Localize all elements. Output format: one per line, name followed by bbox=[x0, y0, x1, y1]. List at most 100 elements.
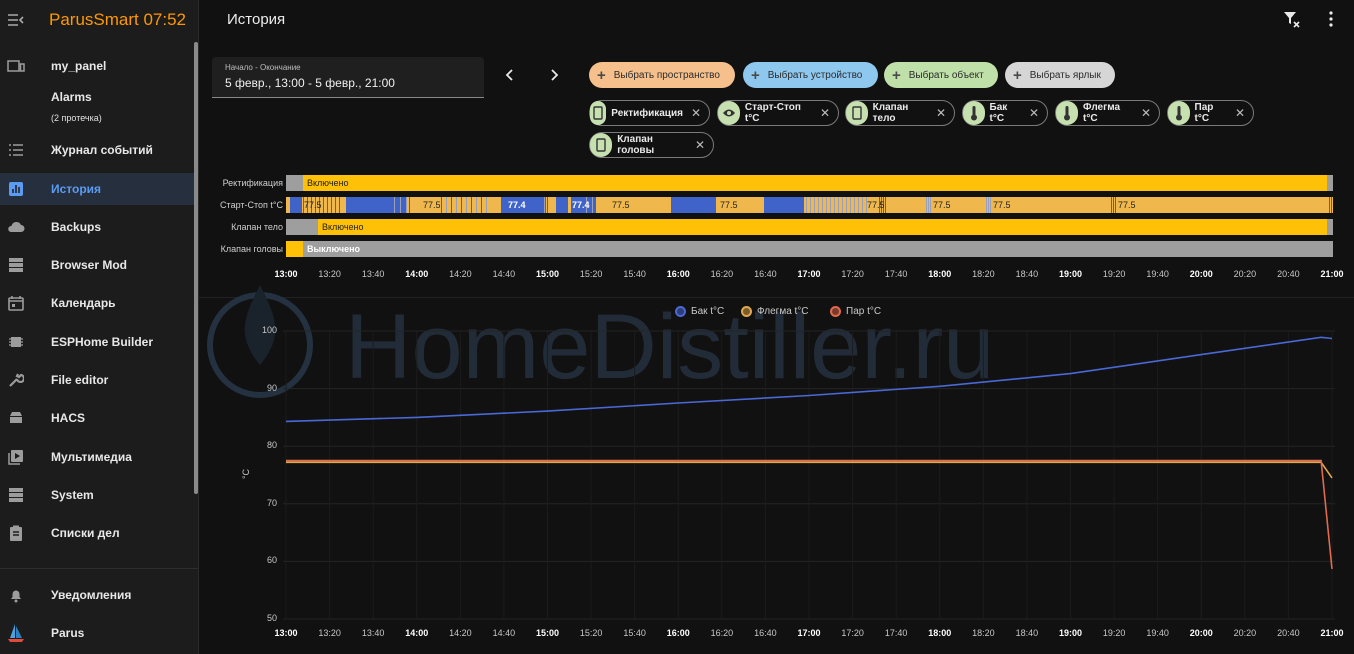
timeline-stripe bbox=[595, 197, 596, 213]
sidebar-item-logbook[interactable]: Журнал событий bbox=[0, 134, 196, 166]
x-tick-label: 18:20 bbox=[972, 628, 995, 638]
x-tick-label: 19:00 bbox=[1058, 269, 1083, 279]
timeline-segment-label: Включено bbox=[322, 222, 364, 232]
menu-icon[interactable] bbox=[0, 0, 32, 40]
entity-chip-vapor-temp[interactable]: Пар t°C ✕ bbox=[1167, 100, 1254, 126]
sidebar-item-user[interactable]: Parus bbox=[0, 617, 196, 649]
timeline-stripe bbox=[834, 197, 835, 213]
timeline-stripe bbox=[331, 197, 332, 213]
cloud-icon bbox=[7, 218, 25, 236]
legend-item-phlegm[interactable]: Флегма t°C bbox=[741, 306, 809, 317]
timeline-stripe bbox=[541, 197, 542, 213]
prev-period-icon[interactable] bbox=[502, 67, 518, 83]
entity-chip-body-valve[interactable]: Клапан тело ✕ bbox=[845, 100, 955, 126]
timeline-bar-head-valve[interactable]: Выключено bbox=[286, 241, 1333, 257]
close-icon[interactable]: ✕ bbox=[695, 138, 705, 152]
alarms-sub: (2 протечка) bbox=[51, 113, 102, 123]
plus-icon: + bbox=[751, 66, 760, 84]
x-tick-label: 13:20 bbox=[318, 269, 341, 279]
sidebar-item-browser-mod[interactable]: Browser Mod bbox=[0, 249, 196, 281]
x-tick-label: 13:00 bbox=[274, 628, 298, 638]
x-tick-label: 13:20 bbox=[318, 628, 341, 638]
close-icon[interactable]: ✕ bbox=[820, 106, 830, 120]
x-tick-label: 18:40 bbox=[1015, 269, 1039, 279]
entity-chip-phlegm-temp[interactable]: Флегма t°C ✕ bbox=[1055, 100, 1160, 126]
timeline-value-label: 77.4 bbox=[508, 200, 526, 210]
legend-label: Флегма t°C bbox=[757, 306, 809, 317]
timeline-stripe bbox=[291, 197, 292, 213]
x-tick-label: 13:00 bbox=[274, 269, 298, 279]
close-icon[interactable]: ✕ bbox=[1029, 106, 1039, 120]
entity-chip-head-valve[interactable]: Клапан головы ✕ bbox=[589, 132, 714, 158]
more-vert-icon[interactable] bbox=[1322, 10, 1340, 28]
sidebar-item-my-panel[interactable]: my_panel bbox=[0, 50, 196, 82]
x-tick-label: 18:00 bbox=[928, 628, 952, 638]
sidebar-item-label: Списки дел bbox=[51, 526, 120, 540]
sidebar-item-history[interactable]: История bbox=[0, 173, 196, 205]
sidebar-item-todo[interactable]: Списки дел bbox=[0, 517, 196, 549]
sidebar-item-label: HACS bbox=[51, 411, 86, 425]
timeline-stripes bbox=[290, 197, 1332, 213]
wrench-icon bbox=[7, 371, 25, 389]
close-icon[interactable]: ✕ bbox=[936, 106, 946, 120]
sidebar-item-calendar[interactable]: Календарь bbox=[0, 287, 196, 319]
x-tick-label: 13:40 bbox=[361, 628, 385, 638]
sidebar-item-hacs[interactable]: HACS bbox=[0, 402, 196, 434]
close-icon[interactable]: ✕ bbox=[1141, 106, 1151, 120]
timeline-stripe bbox=[335, 197, 336, 213]
sidebar-item-file-editor[interactable]: File editor bbox=[0, 364, 196, 396]
calendar-icon bbox=[7, 294, 25, 312]
close-icon[interactable]: ✕ bbox=[1235, 106, 1245, 120]
timeline-segment-label: Выключено bbox=[307, 244, 361, 254]
pick-device-button[interactable]: + Выбрать устройство bbox=[743, 62, 878, 88]
sidebar-item-notifications[interactable]: Уведомления bbox=[0, 579, 196, 611]
timeline-stripe bbox=[547, 197, 548, 213]
sidebar-item-alarms[interactable]: Alarms bbox=[0, 81, 196, 113]
timeline-stripe bbox=[842, 197, 843, 213]
timeline-stripe bbox=[928, 197, 929, 213]
close-icon[interactable]: ✕ bbox=[691, 106, 701, 120]
timeline-stripe bbox=[693, 197, 694, 213]
timeline-stripe bbox=[451, 197, 452, 213]
filter-clear-icon[interactable] bbox=[1283, 10, 1301, 28]
timeline-label-body-valve: Клапан тело bbox=[231, 222, 283, 232]
timeline-bar-start-stop[interactable]: 77.5 77.5 77.4 77.4 77.5 77.5 77.5 77.5 … bbox=[286, 197, 1333, 213]
x-tick-label: 13:40 bbox=[361, 269, 385, 279]
entity-chip-label: Пар t°C bbox=[1194, 102, 1214, 124]
x-tick-label: 15:00 bbox=[535, 628, 560, 638]
timeline-bar-body-valve[interactable]: Включено bbox=[286, 219, 1333, 235]
timeline-stripe bbox=[466, 197, 467, 213]
sidebar-item-label: ESPHome Builder bbox=[51, 335, 154, 349]
sidebar-item-backups[interactable]: Backups bbox=[0, 211, 196, 243]
sidebar-item-label: Журнал событий bbox=[51, 143, 153, 157]
entity-chip-rectification[interactable]: Ректификация ✕ bbox=[589, 100, 710, 126]
timeline-stripe bbox=[323, 197, 324, 213]
legend-item-vapor[interactable]: Пар t°C bbox=[830, 306, 881, 317]
sidebar-scrollbar[interactable] bbox=[194, 42, 198, 494]
next-period-icon[interactable] bbox=[546, 67, 562, 83]
chart-bar-icon bbox=[7, 180, 25, 198]
x-tick-label: 16:00 bbox=[666, 628, 690, 638]
pick-label-button[interactable]: + Выбрать ярлык bbox=[1005, 62, 1115, 88]
legend-item-tank[interactable]: Бак t°C bbox=[675, 306, 724, 317]
entity-chip-start-stop[interactable]: Старт-Стоп t°C ✕ bbox=[717, 100, 839, 126]
sidebar-item-label: История bbox=[51, 182, 102, 196]
timeline-segment-on bbox=[286, 241, 303, 257]
sidebar-item-system[interactable]: System bbox=[0, 479, 196, 511]
chart-divider bbox=[199, 297, 1354, 298]
timeline-bar-rectification[interactable]: Включено bbox=[286, 175, 1333, 191]
sidebar-item-media[interactable]: Мультимедиа bbox=[0, 441, 196, 473]
pick-entity-button[interactable]: + Выбрать объект bbox=[884, 62, 998, 88]
x-tick-label: 21:00 bbox=[1320, 269, 1344, 279]
pick-area-label: Выбрать пространство bbox=[613, 69, 720, 81]
timeline-stripe bbox=[858, 197, 859, 213]
timeline-segment-label: Включено bbox=[307, 178, 349, 188]
date-range-picker[interactable]: Начало - Окончание 5 февр., 13:00 - 5 фе… bbox=[212, 57, 484, 98]
entity-chip-tank-temp[interactable]: Бак t°C ✕ bbox=[962, 100, 1048, 126]
timeline-stripe bbox=[1111, 197, 1112, 213]
server-icon bbox=[7, 486, 25, 504]
sidebar-item-esphome[interactable]: ESPHome Builder bbox=[0, 326, 196, 358]
entity-chip-label: Клапан головы bbox=[617, 134, 655, 156]
pick-area-button[interactable]: + Выбрать пространство bbox=[589, 62, 735, 88]
timeline-segment-on bbox=[318, 219, 1327, 235]
